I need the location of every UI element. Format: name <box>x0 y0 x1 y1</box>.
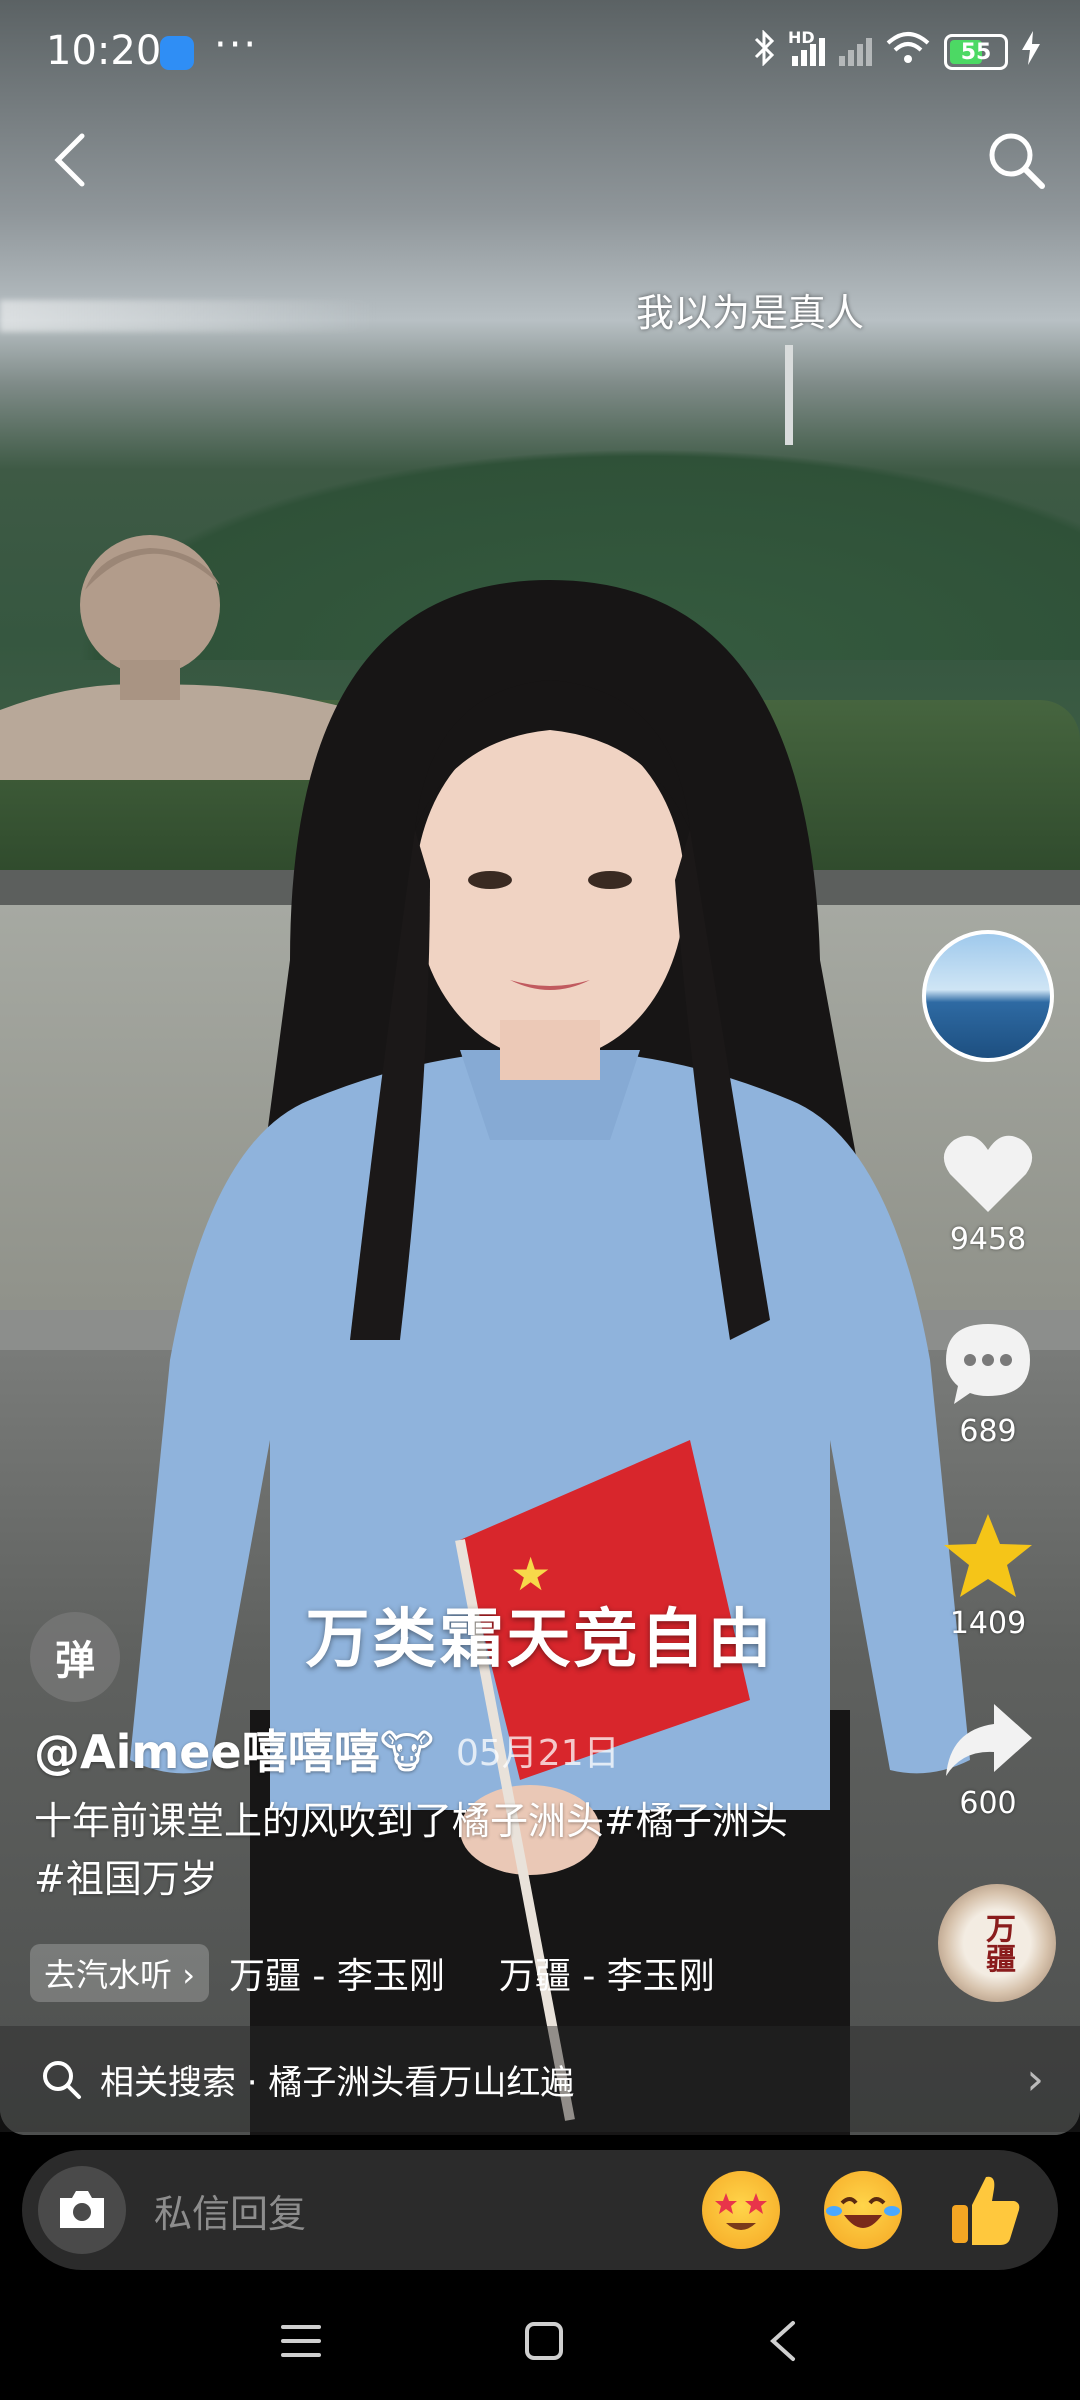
system-nav-bar <box>0 2285 1080 2400</box>
network-label: HD <box>788 28 815 47</box>
search-icon <box>43 2061 81 2099</box>
danmaku-toggle-button[interactable]: 弹 <box>30 1612 120 1702</box>
star-icon <box>944 1514 1032 1597</box>
back-button[interactable] <box>30 120 110 200</box>
back-triangle-icon <box>769 2320 795 2361</box>
star-eyes-emoji-icon <box>715 2193 767 2230</box>
signal-2-icon <box>839 38 872 66</box>
thumbs-up-icon <box>952 2176 1020 2245</box>
post-description[interactable]: 十年前课堂上的风吹到了橘子洲头#橘子洲头#祖国万岁 <box>34 1792 814 1908</box>
chevron-right-icon: › <box>182 1956 195 1994</box>
post-date: 05月21日 <box>456 1733 620 1774</box>
battery-level: 55 <box>960 39 992 65</box>
danmaku-toggle-label: 弹 <box>55 1638 95 1684</box>
reply-bar: 私信回复 <box>22 2150 1058 2270</box>
more-notifications-icon: ··· <box>214 22 259 68</box>
star-eyes-emoji-button[interactable] <box>702 2171 780 2249</box>
camera-icon <box>60 2191 104 2228</box>
charging-icon <box>1022 31 1040 73</box>
music-row: 去汽水听 › 万疆 - 李玉刚 万疆 - 李玉刚 <box>30 1944 715 2002</box>
music-title-2[interactable]: 万疆 - 李玉刚 <box>499 1947 715 1999</box>
music-tag-label: 去汽水听 <box>44 1956 173 1994</box>
status-icons: HD 55 <box>752 28 1040 74</box>
back-arrow-icon <box>54 133 85 187</box>
app-notification-icon <box>160 36 194 70</box>
camera-button[interactable] <box>38 2166 126 2254</box>
related-search-bar[interactable]: 相关搜索 · 橘子洲头看万山红遍 › <box>0 2026 1080 2132</box>
laughing-tears-emoji-icon <box>826 2197 900 2228</box>
status-bar: 10:20 ··· HD 55 <box>0 0 1080 108</box>
share-count: 600 <box>959 1786 1017 1821</box>
author-name[interactable]: @Aimee嘻嘻嘻🐮 <box>34 1716 434 1782</box>
tower <box>785 345 793 445</box>
music-disc[interactable]: 万疆 <box>938 1884 1056 2002</box>
status-time: 10:20 <box>46 28 162 74</box>
related-search-label: 相关搜索 · 橘子洲头看万山红遍 <box>100 2062 575 2103</box>
search-icon <box>989 133 1045 189</box>
wifi-icon <box>886 31 930 73</box>
thumbs-up-emoji-button[interactable] <box>946 2171 1024 2249</box>
author-avatar[interactable] <box>922 930 1054 1062</box>
back-nav-button[interactable] <box>765 2319 801 2367</box>
laughing-tears-emoji-button[interactable] <box>824 2171 902 2249</box>
home-nav-button[interactable] <box>522 2319 566 2367</box>
search-button[interactable] <box>976 120 1056 200</box>
music-disc-label: 万疆 <box>980 1913 1015 1973</box>
comment-action[interactable]: 689 <box>918 1320 1058 1449</box>
battery-icon: 55 <box>944 34 1008 70</box>
music-title-1[interactable]: 万疆 - 李玉刚 <box>229 1947 445 1999</box>
danmaku-comment: 我以为是真人 <box>636 291 865 335</box>
bluetooth-icon <box>752 29 778 74</box>
heart-icon <box>943 1135 1033 1212</box>
home-square-icon <box>524 2321 563 2360</box>
comment-count: 689 <box>959 1414 1017 1449</box>
reply-input[interactable]: 私信回复 <box>154 2183 702 2238</box>
comment-icon <box>946 1324 1030 1404</box>
menu-nav-button[interactable] <box>279 2321 323 2365</box>
share-action[interactable]: 600 <box>918 1700 1058 1821</box>
like-action[interactable]: 9458 <box>918 1132 1058 1257</box>
signal-icon: HD <box>788 28 825 66</box>
danmaku-streak <box>0 300 380 332</box>
open-in-qishui-button[interactable]: 去汽水听 › <box>30 1944 209 2002</box>
chevron-right-icon: › <box>1026 2053 1044 2105</box>
like-count: 9458 <box>949 1222 1027 1257</box>
video-subtitle: 万类霜天竞自由 <box>305 1603 775 1677</box>
menu-icon <box>281 2324 322 2357</box>
share-icon <box>946 1704 1032 1776</box>
